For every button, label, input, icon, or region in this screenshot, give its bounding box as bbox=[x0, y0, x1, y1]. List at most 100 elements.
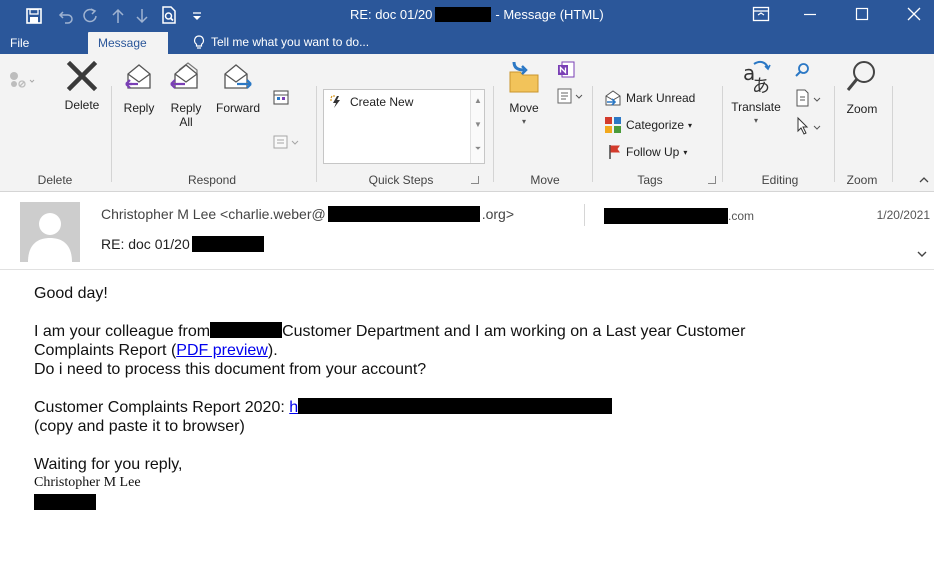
reply-button[interactable]: Reply bbox=[118, 60, 160, 115]
maximize-icon[interactable] bbox=[852, 4, 872, 24]
ignore-junk-icon[interactable] bbox=[6, 64, 38, 92]
mark-unread-label: Mark Unread bbox=[626, 91, 696, 105]
next-item-icon[interactable] bbox=[134, 8, 150, 24]
redacted-block bbox=[210, 322, 283, 338]
forward-label: Forward bbox=[215, 101, 260, 115]
zoom-label: Zoom bbox=[846, 102, 878, 116]
message-body: Good day! I am your colleague from Custom… bbox=[34, 284, 914, 513]
group-divider bbox=[592, 86, 593, 182]
redo-icon[interactable] bbox=[82, 8, 98, 24]
flag-icon bbox=[608, 144, 622, 160]
translate-label: Translate bbox=[731, 100, 781, 114]
expand-gallery-icon[interactable]: ⏷ bbox=[471, 144, 485, 154]
ribbon-display-options-icon[interactable] bbox=[752, 6, 770, 22]
expand-header-icon[interactable] bbox=[916, 248, 928, 260]
forward-icon bbox=[221, 60, 255, 94]
meeting-reply-icon[interactable] bbox=[272, 88, 292, 108]
quick-steps-scrollbar[interactable]: ▲ ▼ ⏷ bbox=[470, 90, 484, 163]
header-divider bbox=[584, 204, 585, 226]
signature-name: Christopher M Lee bbox=[34, 475, 141, 490]
group-divider bbox=[111, 86, 112, 182]
group-label-quick-steps: Quick Steps bbox=[368, 173, 434, 187]
svg-text:あ: あ bbox=[752, 76, 770, 96]
undo-icon[interactable] bbox=[58, 8, 74, 24]
intro-text-2: Customer Department and I am working on … bbox=[282, 323, 746, 340]
related-icon[interactable] bbox=[794, 88, 824, 108]
move-folder-icon bbox=[504, 58, 544, 96]
reply-all-button[interactable]: Reply All bbox=[164, 60, 208, 129]
subject: RE: doc 01/20 bbox=[101, 236, 264, 252]
sent-date: 1/20/2021 bbox=[876, 208, 930, 222]
intro-text-1: I am your colleague from bbox=[34, 323, 211, 340]
window-title: RE: doc 01/20 - Message (HTML) bbox=[350, 7, 604, 22]
redacted-block bbox=[604, 208, 728, 224]
magnifier-icon bbox=[844, 58, 880, 96]
rules-icon[interactable] bbox=[556, 86, 586, 106]
group-divider bbox=[316, 86, 317, 182]
greeting: Good day! bbox=[34, 285, 108, 302]
move-dropdown-icon: ▾ bbox=[521, 117, 526, 126]
close-icon[interactable] bbox=[904, 4, 924, 24]
collapse-ribbon-icon[interactable] bbox=[918, 174, 930, 184]
tab-message[interactable]: Message bbox=[88, 32, 168, 54]
reply-all-label-2: All bbox=[179, 115, 193, 129]
move-button[interactable]: Move ▾ bbox=[500, 58, 548, 129]
recipient-domain: .com bbox=[728, 209, 755, 223]
translate-icon: aあ bbox=[738, 58, 774, 96]
sender[interactable]: Christopher M Lee <charlie.weber@ .org> bbox=[101, 206, 514, 222]
subject-text: RE: doc 01/20 bbox=[101, 236, 190, 252]
recipient[interactable]: .com bbox=[604, 208, 754, 224]
mark-unread-button[interactable]: Mark Unread bbox=[604, 90, 695, 106]
quick-step-create-new[interactable]: Create New bbox=[330, 95, 413, 109]
redacted-block bbox=[435, 7, 492, 22]
intro-text-3: Complaints Report ( bbox=[34, 342, 177, 359]
follow-up-dropdown-icon: ▾ bbox=[683, 147, 688, 157]
redacted-block bbox=[327, 206, 480, 222]
translate-button[interactable]: aあ Translate ▾ bbox=[728, 58, 784, 128]
group-divider bbox=[722, 86, 723, 182]
categorize-label: Categorize bbox=[626, 118, 685, 132]
report-link[interactable]: h bbox=[289, 398, 613, 416]
scroll-down-icon[interactable]: ▼ bbox=[471, 120, 485, 129]
report-link-text: h bbox=[289, 399, 299, 416]
quick-steps-launcher-icon[interactable] bbox=[471, 176, 479, 184]
pdf-preview-link[interactable]: PDF preview bbox=[176, 342, 268, 359]
group-label-tags: Tags bbox=[637, 173, 663, 187]
delete-x-icon bbox=[64, 58, 100, 94]
onenote-icon[interactable] bbox=[556, 60, 576, 80]
lightbulb-icon bbox=[193, 35, 205, 49]
intro-text-4: ). bbox=[267, 342, 278, 359]
reply-icon bbox=[122, 60, 156, 94]
tab-file[interactable]: File bbox=[0, 32, 39, 54]
paragraph-intro: I am your colleague from Customer Departm… bbox=[34, 322, 914, 379]
customize-toolbar-icon[interactable] bbox=[191, 8, 203, 22]
ribbon-tabs: File Message Tell me what you want to do… bbox=[0, 30, 934, 54]
minimize-icon[interactable] bbox=[800, 4, 820, 24]
categorize-button[interactable]: Categorize ▾ bbox=[604, 116, 692, 134]
delete-button[interactable]: Delete bbox=[58, 58, 106, 112]
redacted-block bbox=[298, 398, 613, 414]
print-preview-icon[interactable] bbox=[160, 6, 178, 24]
copy-instruction: (copy and paste it to browser) bbox=[34, 418, 245, 435]
save-icon[interactable] bbox=[26, 8, 44, 26]
tags-launcher-icon[interactable] bbox=[708, 176, 716, 184]
group-label-respond: Respond bbox=[187, 173, 237, 187]
group-label-delete: Delete bbox=[37, 173, 73, 187]
group-label-editing: Editing bbox=[761, 173, 799, 187]
select-cursor-icon[interactable] bbox=[794, 116, 824, 136]
group-divider bbox=[834, 86, 835, 182]
quick-steps-gallery[interactable]: Create New ▲ ▼ ⏷ bbox=[323, 89, 485, 164]
find-icon[interactable] bbox=[794, 62, 810, 78]
forward-button[interactable]: Forward bbox=[212, 60, 264, 115]
zoom-button[interactable]: Zoom bbox=[838, 58, 886, 116]
group-divider bbox=[493, 86, 494, 182]
paragraph-report: Customer Complaints Report 2020: h (copy… bbox=[34, 398, 914, 436]
tell-me-box[interactable]: Tell me what you want to do... bbox=[193, 34, 369, 50]
translate-dropdown-icon: ▾ bbox=[753, 116, 758, 125]
more-respond-icon[interactable] bbox=[272, 134, 302, 150]
scroll-up-icon[interactable]: ▲ bbox=[471, 96, 485, 105]
follow-up-label: Follow Up bbox=[626, 145, 680, 159]
previous-item-icon[interactable] bbox=[110, 8, 126, 24]
follow-up-button[interactable]: Follow Up ▾ bbox=[608, 144, 687, 160]
avatar bbox=[20, 202, 80, 262]
